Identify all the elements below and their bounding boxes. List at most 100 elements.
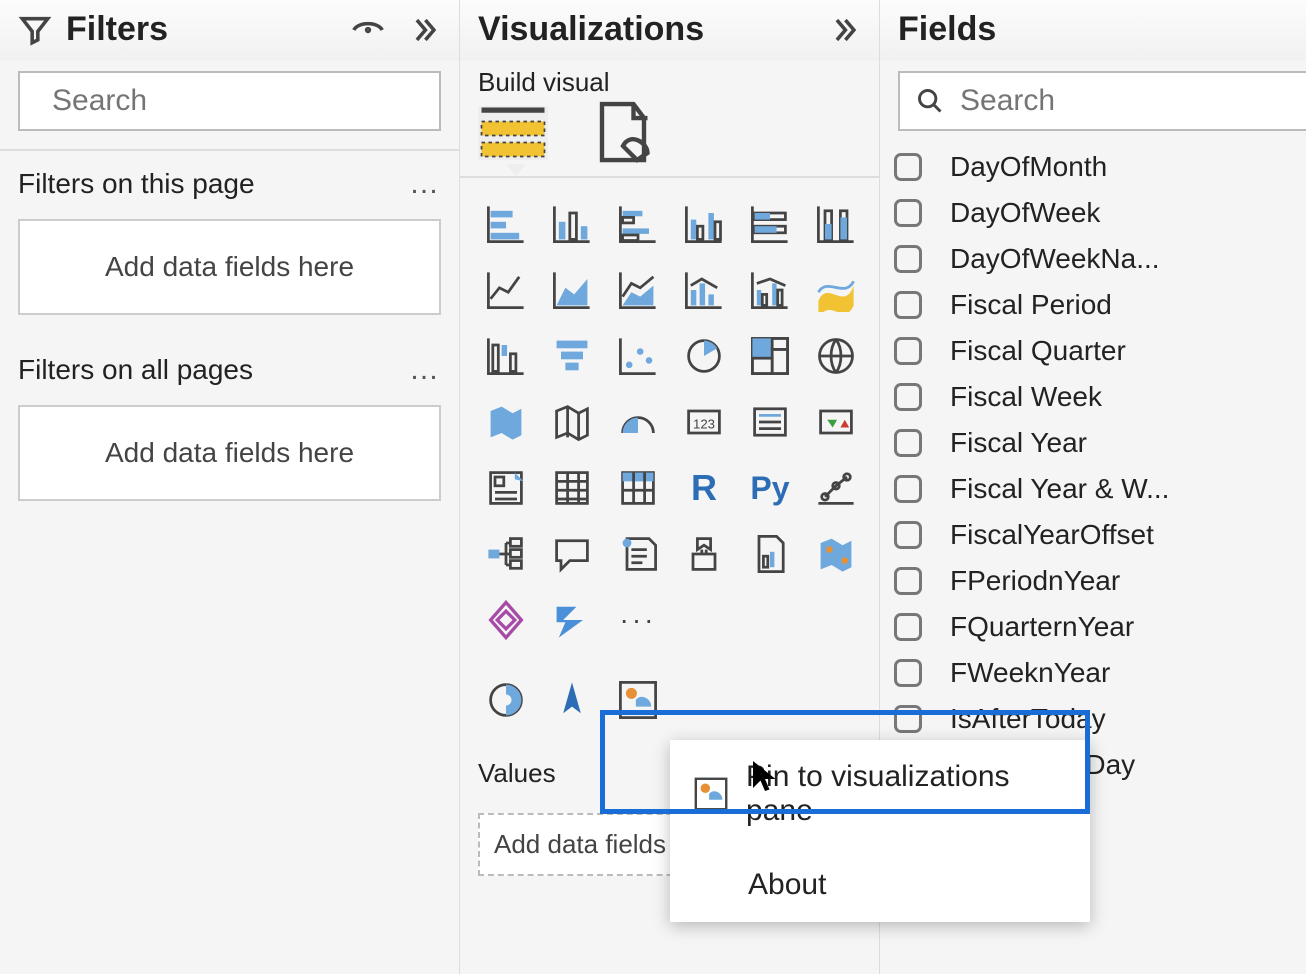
slicer-icon[interactable] bbox=[478, 460, 534, 516]
fields-search-input[interactable] bbox=[958, 83, 1306, 119]
stacked-bar-chart-icon[interactable] bbox=[478, 196, 534, 252]
custom-visual-weather-icon[interactable] bbox=[610, 672, 666, 728]
field-label: DayOfWeek bbox=[950, 197, 1100, 229]
filters-search[interactable] bbox=[18, 71, 441, 131]
field-checkbox[interactable] bbox=[894, 153, 922, 181]
line-chart-icon[interactable] bbox=[478, 262, 534, 318]
field-checkbox[interactable] bbox=[894, 337, 922, 365]
paginated-report-icon[interactable] bbox=[742, 526, 798, 582]
field-checkbox[interactable] bbox=[894, 705, 922, 733]
field-label: Fiscal Year & W... bbox=[950, 473, 1169, 505]
more-icon[interactable]: … bbox=[409, 167, 441, 201]
filter-icon bbox=[18, 13, 52, 47]
100-stacked-column-chart-icon[interactable] bbox=[808, 196, 864, 252]
ribbon-chart-icon[interactable] bbox=[808, 262, 864, 318]
key-influencers-icon[interactable] bbox=[808, 460, 864, 516]
menu-about-label: About bbox=[748, 868, 826, 902]
field-item[interactable]: DayOfMonth bbox=[894, 151, 1306, 183]
goals-icon[interactable] bbox=[676, 526, 732, 582]
funnel-chart-icon[interactable] bbox=[544, 328, 600, 384]
filters-all-section: Filters on all pages … bbox=[0, 353, 459, 387]
100-stacked-bar-chart-icon[interactable] bbox=[742, 196, 798, 252]
scatter-chart-icon[interactable] bbox=[610, 328, 666, 384]
field-checkbox[interactable] bbox=[894, 521, 922, 549]
filters-title: Filters bbox=[66, 10, 168, 49]
line-clustered-column-chart-icon[interactable] bbox=[742, 262, 798, 318]
python-visual-icon[interactable]: Py bbox=[742, 460, 798, 516]
format-visual-icon bbox=[588, 97, 658, 167]
decomposition-tree-icon[interactable] bbox=[478, 526, 534, 582]
clustered-bar-chart-icon[interactable] bbox=[610, 196, 666, 252]
tab-build-visual[interactable] bbox=[478, 106, 548, 160]
menu-pin-label: Pin to visualizations pane bbox=[746, 760, 1068, 828]
table-icon[interactable] bbox=[544, 460, 600, 516]
field-item[interactable]: FiscalYearOffset bbox=[894, 519, 1306, 551]
arcgis-map-icon[interactable] bbox=[808, 526, 864, 582]
fields-search[interactable] bbox=[898, 71, 1306, 131]
menu-pin-to-pane[interactable]: Pin to visualizations pane bbox=[670, 740, 1090, 848]
qa-visual-icon[interactable] bbox=[544, 526, 600, 582]
field-item[interactable]: FPeriodnYear bbox=[894, 565, 1306, 597]
area-chart-icon[interactable] bbox=[544, 262, 600, 318]
collapse-icon[interactable] bbox=[827, 13, 861, 47]
filters-header: Filters bbox=[0, 6, 459, 61]
custom-visual-donut-icon[interactable] bbox=[478, 672, 534, 728]
filters-all-dropwell[interactable]: Add data fields here bbox=[18, 405, 441, 501]
multi-row-card-icon[interactable] bbox=[742, 394, 798, 450]
field-checkbox[interactable] bbox=[894, 567, 922, 595]
gauge-icon[interactable] bbox=[610, 394, 666, 450]
smart-narrative-icon[interactable] bbox=[610, 526, 666, 582]
field-label: FPeriodnYear bbox=[950, 565, 1120, 597]
field-checkbox[interactable] bbox=[894, 245, 922, 273]
power-automate-visual-icon[interactable] bbox=[544, 592, 600, 648]
divider bbox=[0, 149, 459, 151]
map-icon[interactable] bbox=[808, 328, 864, 384]
field-item[interactable]: DayOfWeekNa... bbox=[894, 243, 1306, 275]
pie-chart-icon[interactable] bbox=[676, 328, 732, 384]
field-checkbox[interactable] bbox=[894, 199, 922, 227]
field-label: Fiscal Week bbox=[950, 381, 1102, 413]
field-item[interactable]: Fiscal Period bbox=[894, 289, 1306, 321]
shape-map-icon[interactable] bbox=[544, 394, 600, 450]
field-item[interactable]: FQuarternYear bbox=[894, 611, 1306, 643]
custom-visuals-row bbox=[460, 654, 879, 738]
powerapps-visual-icon[interactable] bbox=[478, 592, 534, 648]
more-visuals-icon[interactable]: ··· bbox=[610, 592, 666, 648]
drop-text: Add data fields here bbox=[105, 437, 354, 468]
line-stacked-column-chart-icon[interactable] bbox=[676, 262, 732, 318]
filters-page-dropwell[interactable]: Add data fields here bbox=[18, 219, 441, 315]
field-item[interactable]: Fiscal Year & W... bbox=[894, 473, 1306, 505]
more-icon[interactable]: … bbox=[409, 353, 441, 387]
field-item[interactable]: Fiscal Year bbox=[894, 427, 1306, 459]
field-item[interactable]: IsAfterToday bbox=[894, 703, 1306, 735]
field-item[interactable]: FWeeknYear bbox=[894, 657, 1306, 689]
build-visual-icon bbox=[478, 104, 548, 160]
eye-icon[interactable] bbox=[351, 13, 385, 47]
menu-about[interactable]: About bbox=[670, 848, 1090, 922]
custom-visual-navigator-icon[interactable] bbox=[544, 672, 600, 728]
tab-format-visual[interactable] bbox=[588, 106, 658, 160]
field-checkbox[interactable] bbox=[894, 291, 922, 319]
card-icon[interactable]: 123 bbox=[676, 394, 732, 450]
matrix-icon[interactable] bbox=[610, 460, 666, 516]
waterfall-chart-icon[interactable] bbox=[478, 328, 534, 384]
collapse-icon[interactable] bbox=[407, 13, 441, 47]
field-label: Fiscal Year bbox=[950, 427, 1087, 459]
field-item[interactable]: Fiscal Week bbox=[894, 381, 1306, 413]
stacked-area-chart-icon[interactable] bbox=[610, 262, 666, 318]
filters-search-input[interactable] bbox=[50, 83, 440, 119]
clustered-column-chart-icon[interactable] bbox=[676, 196, 732, 252]
field-item[interactable]: DayOfWeek bbox=[894, 197, 1306, 229]
kpi-icon[interactable] bbox=[808, 394, 864, 450]
filled-map-icon[interactable] bbox=[478, 394, 534, 450]
stacked-column-chart-icon[interactable] bbox=[544, 196, 600, 252]
field-checkbox[interactable] bbox=[894, 613, 922, 641]
field-item[interactable]: Fiscal Quarter bbox=[894, 335, 1306, 367]
field-checkbox[interactable] bbox=[894, 659, 922, 687]
field-checkbox[interactable] bbox=[894, 429, 922, 457]
field-checkbox[interactable] bbox=[894, 475, 922, 503]
field-label: FWeeknYear bbox=[950, 657, 1110, 689]
field-checkbox[interactable] bbox=[894, 383, 922, 411]
treemap-icon[interactable] bbox=[742, 328, 798, 384]
r-visual-icon[interactable]: R bbox=[676, 460, 732, 516]
